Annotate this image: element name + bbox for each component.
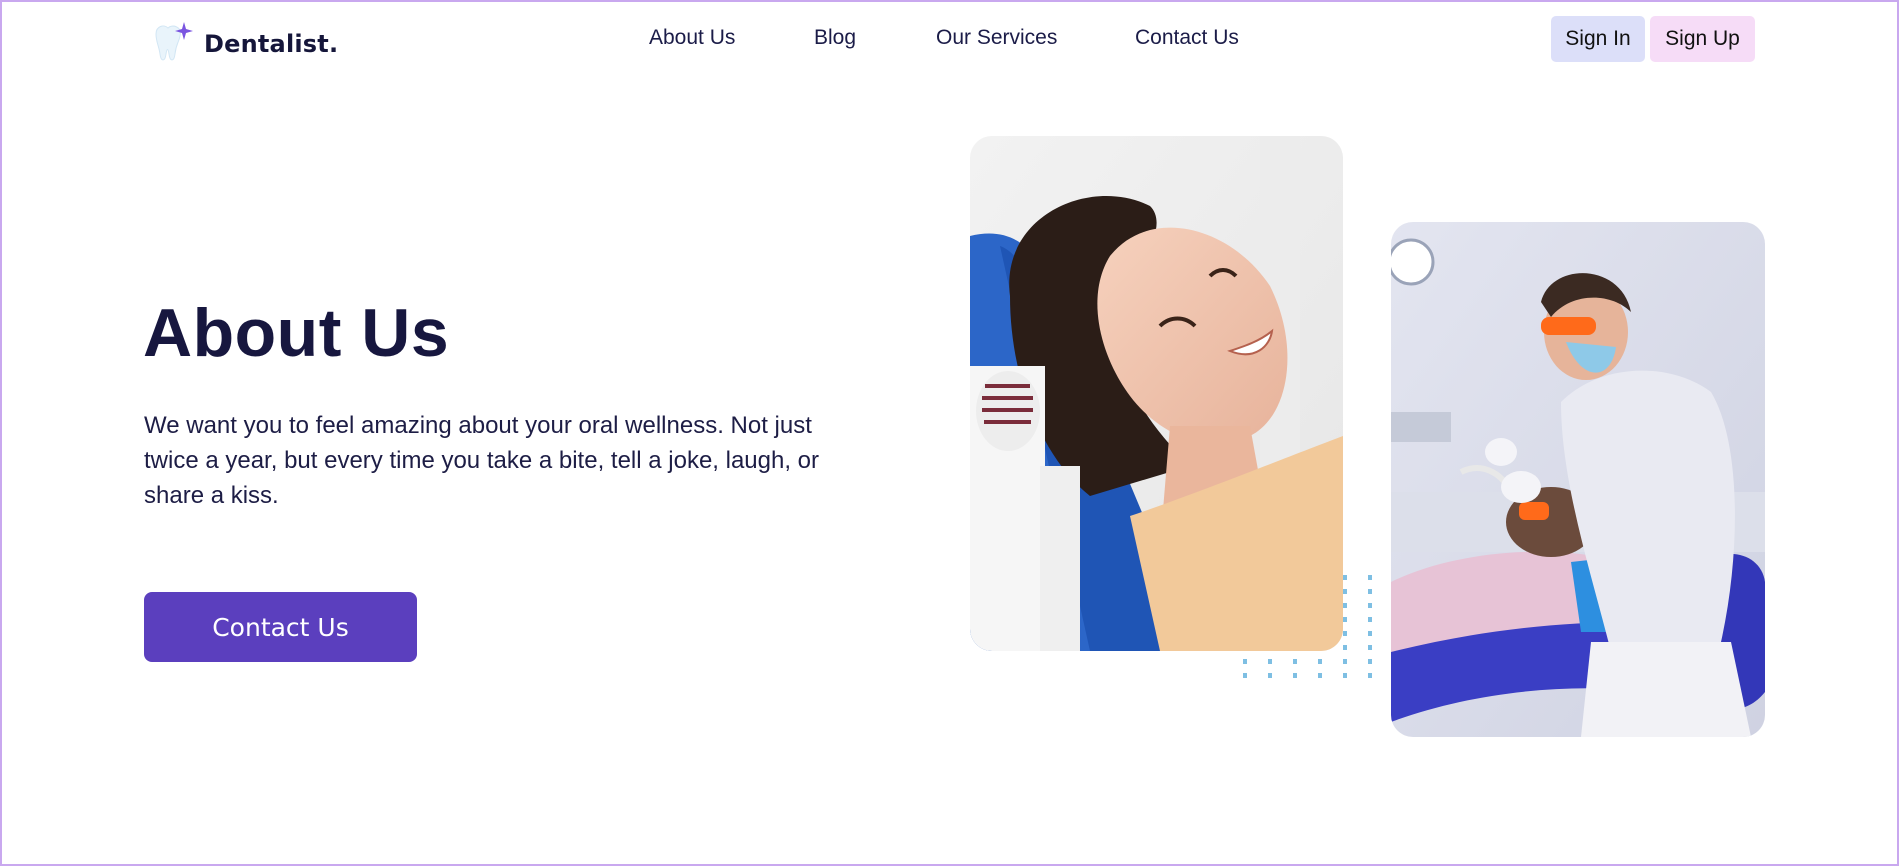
hero-description: We want you to feel amazing about your o… xyxy=(144,412,820,509)
sign-up-button[interactable]: Sign Up xyxy=(1650,16,1755,62)
dentist-treating-patient-photo xyxy=(1391,222,1765,737)
smiling-patient-photo xyxy=(970,136,1343,651)
nav-contact-us[interactable]: Contact Us xyxy=(1135,26,1239,50)
page-title: About Us xyxy=(143,295,450,371)
page: Dentalist. About Us Blog Our Services Co… xyxy=(2,2,1897,864)
nav-our-services[interactable]: Our Services xyxy=(936,26,1057,50)
nav-blog[interactable]: Blog xyxy=(814,26,856,50)
contact-us-button[interactable]: Contact Us xyxy=(144,592,417,662)
sign-in-button[interactable]: Sign In xyxy=(1551,16,1645,62)
nav-about-us[interactable]: About Us xyxy=(649,26,735,50)
